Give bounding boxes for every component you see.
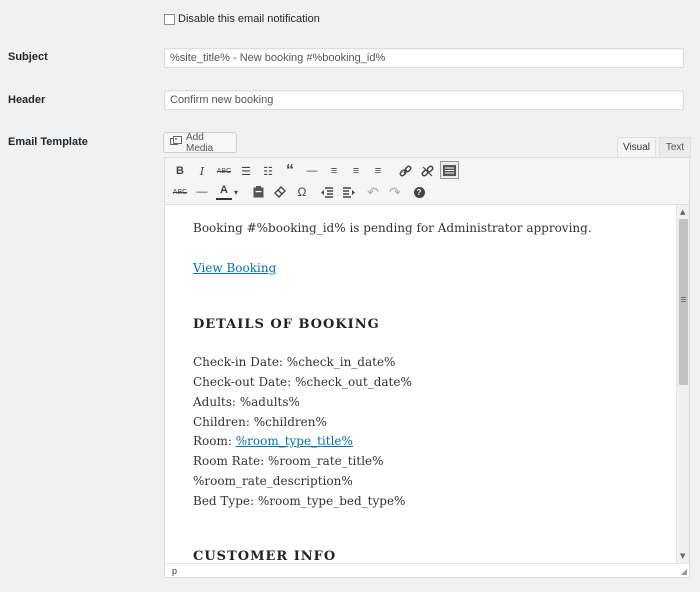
- children-line: Children: %children%: [193, 415, 327, 429]
- align-left-icon[interactable]: ≡: [324, 161, 344, 181]
- strikethrough-icon[interactable]: ABC: [214, 161, 234, 181]
- rate-line: Room Rate: %room_rate_title%: [193, 454, 384, 468]
- remove-link-icon[interactable]: [417, 161, 437, 181]
- rate-desc-line: %room_rate_description%: [193, 474, 353, 488]
- blockquote-icon[interactable]: “: [280, 161, 300, 181]
- tab-text[interactable]: Text: [659, 137, 691, 158]
- disable-notification-checkbox[interactable]: [164, 14, 175, 25]
- scrollbar-thumb[interactable]: [679, 219, 688, 385]
- undo-icon[interactable]: ↶: [363, 182, 383, 202]
- align-right-icon[interactable]: ≡: [368, 161, 388, 181]
- bold-icon[interactable]: B: [170, 161, 190, 181]
- redo-icon[interactable]: ↷: [385, 182, 405, 202]
- text-color-icon[interactable]: A: [216, 182, 232, 200]
- checkin-line: Check-in Date: %check_in_date%: [193, 355, 396, 369]
- italic-icon[interactable]: I: [192, 161, 212, 181]
- disable-notification-label: Disable this email notification: [178, 13, 320, 25]
- details-heading: DETAILS OF BOOKING: [193, 317, 380, 332]
- editor-statusbar: p ◢: [164, 563, 690, 578]
- room-line: Room: %room_type_title%: [193, 434, 353, 448]
- room-type-link[interactable]: %room_type_title%: [236, 434, 353, 448]
- editor-scrollbar[interactable]: ▲ ▼: [676, 205, 689, 563]
- add-media-button[interactable]: Add Media: [163, 131, 237, 154]
- customer-heading: CUSTOMER INFO: [193, 549, 337, 563]
- editor-toolbar: B I ABC ☰ ☷ “ — ≡ ≡ ≡ ABC — A ▾ Ω ↶ ↷ ?: [164, 157, 690, 205]
- bulleted-list-icon[interactable]: ☰: [236, 161, 256, 181]
- horizontal-line-icon[interactable]: —: [302, 161, 322, 181]
- header-label: Header: [8, 94, 46, 106]
- toolbar-toggle-icon[interactable]: [440, 161, 459, 179]
- strikethrough-icon[interactable]: ABC: [170, 182, 190, 202]
- subject-label: Subject: [8, 51, 48, 63]
- paste-as-text-icon[interactable]: [248, 182, 268, 202]
- increase-indent-icon[interactable]: [339, 182, 359, 202]
- decrease-indent-icon[interactable]: [317, 182, 337, 202]
- editor-content[interactable]: Booking #%booking_id% is pending for Adm…: [164, 205, 690, 563]
- help-icon[interactable]: ?: [409, 182, 429, 202]
- numbered-list-icon[interactable]: ☷: [258, 161, 278, 181]
- view-booking-link[interactable]: View Booking: [193, 261, 276, 275]
- tab-visual[interactable]: Visual: [617, 137, 656, 158]
- header-input[interactable]: Confirm new booking: [164, 90, 684, 110]
- scroll-up-arrow-icon[interactable]: ▲: [680, 208, 685, 216]
- element-path[interactable]: p: [172, 566, 177, 576]
- intro-text: Booking #%booking_id% is pending for Adm…: [193, 221, 592, 235]
- add-media-icon: [170, 135, 182, 150]
- resize-handle-icon[interactable]: ◢: [681, 567, 687, 576]
- text-color-dropdown-icon[interactable]: ▾: [231, 182, 241, 202]
- room-label: Room:: [193, 434, 236, 448]
- add-media-label: Add Media: [186, 131, 214, 154]
- clear-formatting-icon[interactable]: [270, 182, 290, 202]
- email-template-label: Email Template: [8, 136, 88, 148]
- subject-input[interactable]: %site_title% - New booking #%booking_id%: [164, 48, 684, 68]
- bed-line: Bed Type: %room_type_bed_type%: [193, 494, 406, 508]
- horizontal-line-icon[interactable]: —: [192, 182, 212, 202]
- scroll-down-arrow-icon[interactable]: ▼: [680, 552, 685, 560]
- adults-line: Adults: %adults%: [193, 395, 300, 409]
- align-center-icon[interactable]: ≡: [346, 161, 366, 181]
- special-character-icon[interactable]: Ω: [292, 182, 312, 202]
- insert-link-icon[interactable]: [395, 161, 415, 181]
- checkout-line: Check-out Date: %check_out_date%: [193, 375, 412, 389]
